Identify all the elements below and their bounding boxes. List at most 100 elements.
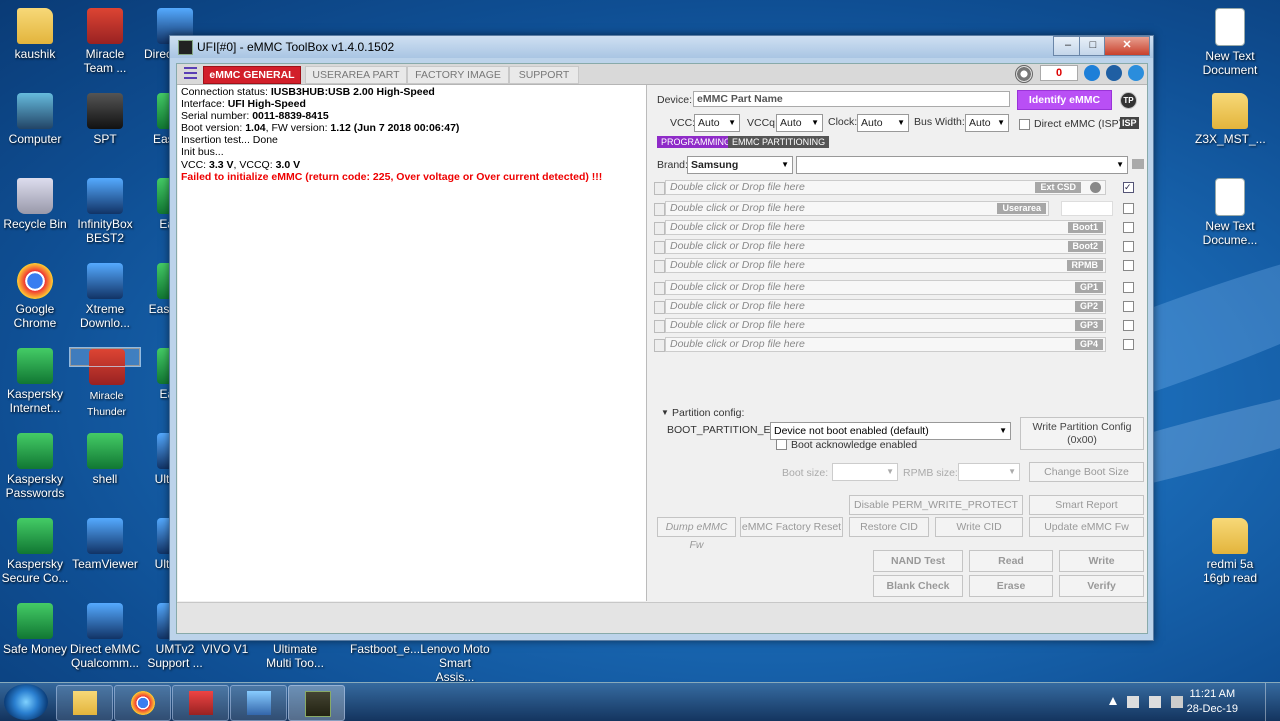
tab-emmc-general[interactable]: eMMC GENERAL [203, 66, 301, 84]
read-button[interactable]: Read [969, 550, 1053, 572]
write-button[interactable]: Write [1059, 550, 1144, 572]
show-desktop-button[interactable] [1265, 683, 1280, 721]
change-boot-size-button[interactable]: Change Boot Size [1029, 462, 1144, 482]
desktop-icon[interactable]: SPT [70, 93, 140, 146]
file-icon [654, 241, 665, 254]
file-row-checkbox[interactable] [1123, 241, 1134, 252]
show-hidden-icons[interactable] [1109, 697, 1117, 705]
direct-emmc-checkbox[interactable] [1019, 119, 1030, 130]
file-drop-row[interactable]: Double click or Drop file here RPMB [665, 258, 1106, 273]
brand-label: Brand: [657, 159, 688, 171]
nand-test-button[interactable]: NAND Test [873, 550, 963, 572]
menu-icon[interactable] [184, 67, 197, 80]
hub-icon[interactable] [1015, 65, 1033, 83]
buswidth-select[interactable]: Auto ▼ [965, 114, 1009, 132]
desktop-icon[interactable]: redmi 5a 16gb read [1195, 518, 1265, 585]
boot-ack-checkbox[interactable] [776, 439, 787, 450]
record-icon[interactable] [1090, 182, 1101, 193]
desktop-icon[interactable]: Google Chrome [0, 263, 70, 330]
desktop-icon[interactable]: kaushik [0, 8, 70, 61]
dump-emmc-fw-button[interactable]: Dump eMMC Fw [657, 517, 736, 551]
desktop-icon[interactable]: Recycle Bin [0, 178, 70, 231]
taskbar-ufi[interactable] [288, 685, 345, 721]
restore-cid-button[interactable]: Restore CID [849, 517, 929, 537]
blank-check-button[interactable]: Blank Check [873, 575, 963, 597]
file-drop-row[interactable]: Double click or Drop file here GP2 [665, 299, 1106, 314]
file-drop-row[interactable]: Double click or Drop file here Userarea [665, 201, 1049, 216]
title-bar[interactable]: UFI[#0] - eMMC ToolBox v1.4.0.1502 – □ ✕ [170, 36, 1153, 58]
file-row-checkbox[interactable] [1123, 339, 1134, 350]
vccq-select[interactable]: Auto ▼ [776, 114, 823, 132]
subtab-emmc-partitioning[interactable]: EMMC PARTITIONING [728, 136, 830, 148]
desktop-icon[interactable]: Miracle Team ... [70, 8, 140, 75]
desktop-icon[interactable]: Miracle Thunder [69, 347, 141, 418]
write-partition-config-button[interactable]: Write Partition Config (0x00) [1020, 417, 1144, 450]
tab-factory-image[interactable]: FACTORY IMAGE [407, 66, 509, 84]
folder-icon[interactable] [1132, 159, 1144, 169]
desktop-icon[interactable]: Direct eMMC Qualcomm... [70, 603, 140, 670]
clock[interactable]: 11:21 AM 28-Dec-19 [1187, 687, 1238, 717]
volume-muted-icon[interactable] [1171, 696, 1183, 708]
file-row-checkbox[interactable]: ✓ [1123, 182, 1134, 193]
vcc-select[interactable]: Auto ▼ [694, 114, 740, 132]
desktop-icon[interactable]: Computer [0, 93, 70, 146]
collapse-arrow-icon[interactable]: ▼ [661, 408, 669, 417]
identify-emmc-button[interactable]: Identify eMMC [1017, 90, 1112, 110]
emmc-factory-reset-button[interactable]: eMMC Factory Reset [740, 517, 843, 537]
file-row-checkbox[interactable] [1123, 203, 1134, 214]
subtab-programming[interactable]: PROGRAMMING [657, 136, 736, 148]
flag-icon[interactable] [1127, 696, 1139, 708]
desktop-icon[interactable]: shell [70, 433, 140, 486]
brand-select[interactable]: Samsung ▼ [687, 156, 793, 174]
right-panel: Device: eMMC Part Name Identify eMMC TP … [649, 85, 1147, 601]
file-drop-row[interactable]: Double click or Drop file here GP3 [665, 318, 1106, 333]
file-row-checkbox[interactable] [1123, 260, 1134, 271]
info-icon[interactable] [1106, 65, 1122, 81]
download-icon[interactable] [1084, 65, 1100, 81]
desktop-icon[interactable]: Z3X_MST_... [1195, 93, 1266, 146]
file-row-checkbox[interactable] [1123, 301, 1134, 312]
desktop-icon[interactable]: Safe Money [0, 603, 70, 656]
desktop-icon[interactable]: New Text Document [1195, 8, 1265, 77]
model-select[interactable]: ▼ [796, 156, 1128, 174]
desktop-icon[interactable]: New Text Docume... [1195, 178, 1265, 247]
file-drop-row[interactable]: Double click or Drop file here Ext CSD [665, 180, 1106, 195]
maximize-button[interactable]: □ [1079, 36, 1107, 56]
start-button[interactable] [4, 684, 48, 720]
tp-button[interactable]: TP [1120, 92, 1137, 109]
taskbar-photos[interactable] [230, 685, 287, 721]
tab-support[interactable]: SUPPORT [509, 66, 579, 84]
taskbar-toolbox[interactable] [172, 685, 229, 721]
desktop-icon[interactable]: TeamViewer [70, 518, 140, 571]
smart-report-button[interactable]: Smart Report [1029, 495, 1144, 515]
verify-button[interactable]: Verify [1059, 575, 1144, 597]
file-row-checkbox[interactable] [1123, 282, 1134, 293]
disable-perm-write-protect-button[interactable]: Disable PERM_WRITE_PROTECT [849, 495, 1023, 515]
userarea-size-field[interactable] [1061, 201, 1113, 216]
update-emmc-fw-button[interactable]: Update eMMC Fw [1029, 517, 1144, 537]
boot-size-select[interactable]: ▼ [832, 463, 898, 481]
desktop-icon[interactable]: Kaspersky Internet... [0, 348, 70, 415]
write-cid-button[interactable]: Write CID [935, 517, 1023, 537]
file-row-checkbox[interactable] [1123, 320, 1134, 331]
file-row-checkbox[interactable] [1123, 222, 1134, 233]
close-button[interactable]: ✕ [1104, 36, 1150, 56]
device-input[interactable]: eMMC Part Name [693, 91, 1010, 107]
taskbar-chrome[interactable] [114, 685, 171, 721]
tab-userarea-part[interactable]: USERAREA PART [305, 66, 407, 84]
taskbar-explorer[interactable] [56, 685, 113, 721]
boot-partition-select[interactable]: Device not boot enabled (default) ▼ [770, 422, 1011, 440]
desktop-icon[interactable]: Xtreme Downlo... [70, 263, 140, 330]
clock-select[interactable]: Auto ▼ [857, 114, 909, 132]
file-drop-row[interactable]: Double click or Drop file here GP4 [665, 337, 1106, 352]
erase-button[interactable]: Erase [969, 575, 1053, 597]
network-icon[interactable] [1149, 696, 1161, 708]
desktop-icon[interactable]: InfinityBox BEST2 [70, 178, 140, 245]
rpmb-size-select[interactable]: ▼ [958, 463, 1020, 481]
file-drop-row[interactable]: Double click or Drop file here Boot1 [665, 220, 1106, 235]
desktop-icon[interactable]: Kaspersky Secure Co... [0, 518, 70, 585]
desktop-icon[interactable]: Kaspersky Passwords [0, 433, 70, 500]
file-drop-row[interactable]: Double click or Drop file here Boot2 [665, 239, 1106, 254]
gear-icon[interactable] [1128, 65, 1144, 81]
file-drop-row[interactable]: Double click or Drop file here GP1 [665, 280, 1106, 295]
